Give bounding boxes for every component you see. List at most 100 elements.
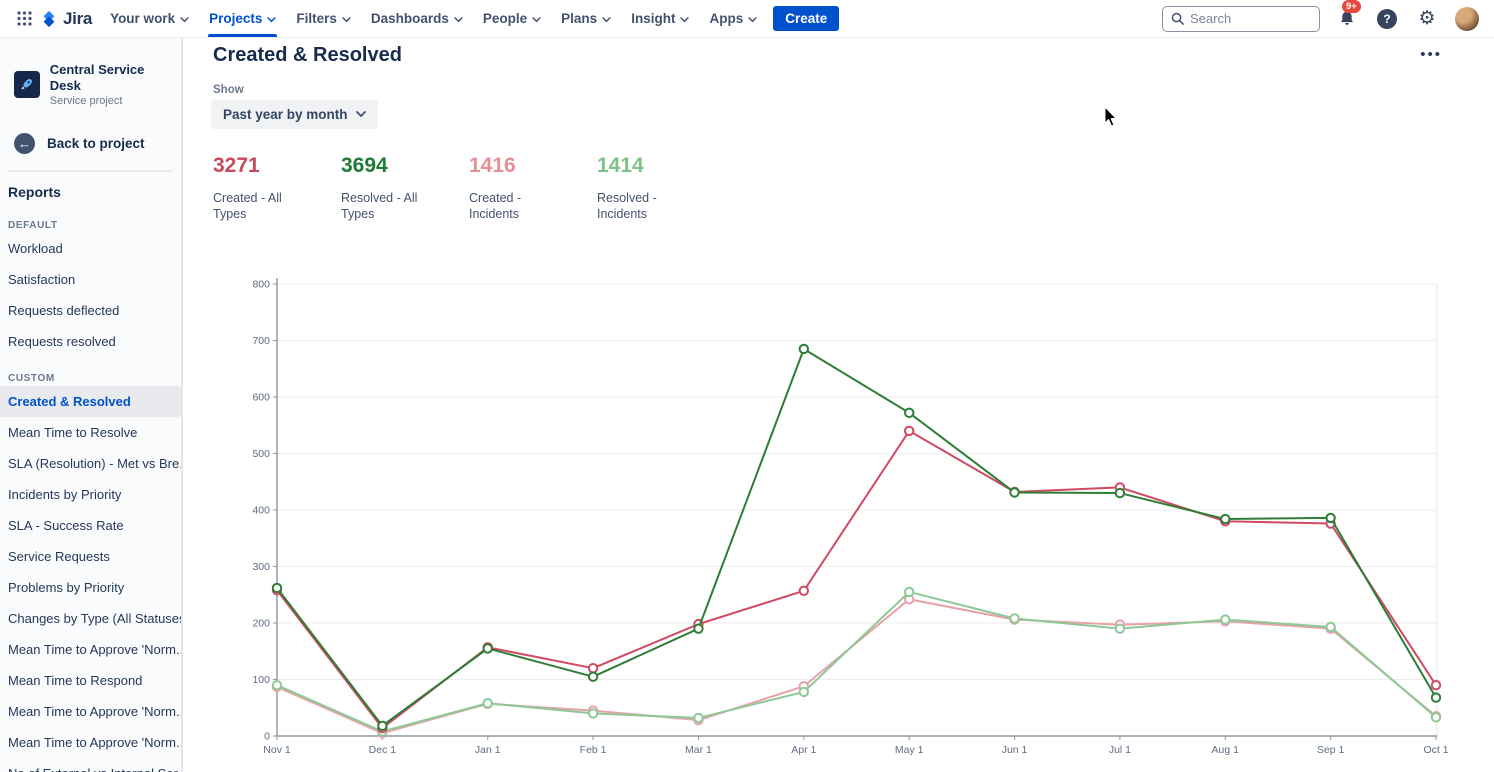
svg-text:Jul 1: Jul 1	[1109, 744, 1131, 756]
settings-button[interactable]: ⚙	[1414, 6, 1440, 32]
svg-text:200: 200	[252, 618, 270, 630]
chevron-down-icon	[342, 17, 351, 23]
data-point	[1116, 489, 1124, 497]
gear-icon: ⚙	[1418, 9, 1435, 28]
report-section-items: Created & ResolvedMean Time to ResolveSL…	[0, 386, 181, 772]
nav-right-group: 9+ ? ⚙	[1162, 6, 1484, 32]
stat-label: Resolved - Incidents	[597, 190, 697, 223]
chevron-down-icon	[180, 17, 189, 23]
nav-item-label: Dashboards	[371, 11, 449, 26]
svg-text:700: 700	[252, 335, 270, 347]
stat-value: 3271	[213, 154, 313, 178]
back-to-project[interactable]: ← Back to project	[14, 133, 173, 154]
data-point	[1010, 488, 1018, 496]
jira-logo-icon	[40, 10, 58, 28]
svg-text:Mar 1: Mar 1	[685, 744, 712, 756]
primary-nav: Your work Projects Filters Dashboards Pe…	[100, 0, 767, 37]
search-box[interactable]	[1162, 6, 1320, 32]
report-section: DEFAULT WorkloadSatisfactionRequests def…	[0, 204, 181, 357]
data-point	[589, 672, 597, 680]
project-avatar	[14, 71, 40, 98]
series-line	[277, 592, 1436, 732]
sidebar-report-item[interactable]: Requests deflected	[0, 295, 181, 326]
help-button[interactable]: ?	[1374, 6, 1400, 32]
notification-badge: 9+	[1342, 0, 1361, 13]
more-options-button[interactable]: •••	[1416, 42, 1446, 67]
sidebar-report-item[interactable]: Workload	[0, 233, 181, 264]
data-point	[1221, 515, 1229, 523]
sidebar-report-item[interactable]: No of External vs Internal Ser...	[0, 758, 181, 772]
sidebar-report-item[interactable]: Mean Time to Approve 'Norm...	[0, 727, 181, 758]
profile-button[interactable]	[1454, 6, 1480, 32]
svg-text:Feb 1: Feb 1	[580, 744, 607, 756]
nav-item[interactable]: Dashboards	[361, 0, 473, 37]
report-section: CUSTOM Created & ResolvedMean Time to Re…	[0, 357, 181, 772]
data-point	[1010, 614, 1018, 622]
data-point	[273, 584, 281, 592]
data-point	[905, 409, 913, 417]
svg-text:Sep 1: Sep 1	[1317, 744, 1345, 756]
period-selector[interactable]: Past year by month	[211, 100, 378, 129]
sidebar-report-item[interactable]: Problems by Priority	[0, 572, 181, 603]
sidebar-report-item[interactable]: Mean Time to Approve 'Norm...	[0, 696, 181, 727]
nav-item[interactable]: Projects	[199, 0, 286, 37]
nav-item-label: Plans	[561, 11, 597, 26]
nav-item[interactable]: Insight	[621, 0, 699, 37]
chevron-down-icon	[748, 17, 757, 23]
sidebar-report-item[interactable]: Satisfaction	[0, 264, 181, 295]
svg-text:Aug 1: Aug 1	[1212, 744, 1240, 756]
stat-value: 1416	[469, 154, 569, 178]
chevron-down-icon	[356, 111, 366, 118]
page-title: Created & Resolved	[213, 44, 402, 67]
data-point	[800, 688, 808, 696]
report-section-title: CUSTOM	[0, 357, 181, 386]
created-resolved-chart: 0100200300400500600700800Nov 1Dec 1Jan 1…	[240, 272, 1460, 768]
sidebar-report-item[interactable]: Changes by Type (All Statuses)	[0, 603, 181, 634]
period-selector-value: Past year by month	[223, 107, 348, 122]
svg-text:600: 600	[252, 392, 270, 404]
notifications-button[interactable]: 9+	[1334, 6, 1360, 32]
nav-item[interactable]: Apps	[699, 0, 767, 37]
sidebar-report-item[interactable]: Created & Resolved	[0, 386, 181, 417]
project-titles: Central Service Desk Service project	[50, 62, 173, 107]
back-to-project-label: Back to project	[47, 136, 145, 151]
data-point	[484, 644, 492, 652]
nav-item-label: Projects	[209, 11, 262, 26]
data-point	[273, 681, 281, 689]
data-point	[378, 722, 386, 730]
sidebar-report-item[interactable]: Mean Time to Approve 'Norm...	[0, 634, 181, 665]
nav-item[interactable]: Filters	[286, 0, 361, 37]
svg-text:500: 500	[252, 448, 270, 460]
data-point	[1432, 713, 1440, 721]
stat-block: 1414 Resolved - Incidents	[597, 154, 697, 223]
project-header[interactable]: Central Service Desk Service project	[0, 62, 181, 107]
nav-item[interactable]: Plans	[551, 0, 621, 37]
chevron-down-icon	[680, 17, 689, 23]
project-name: Central Service Desk	[50, 62, 173, 93]
sidebar-report-item[interactable]: Mean Time to Resolve	[0, 417, 181, 448]
nav-item[interactable]: People	[473, 0, 551, 37]
data-point	[484, 699, 492, 707]
svg-text:Apr 1: Apr 1	[791, 744, 816, 756]
svg-text:400: 400	[252, 505, 270, 517]
report-section-title: DEFAULT	[0, 204, 181, 233]
sidebar-report-item[interactable]: SLA (Resolution) - Met vs Bre...	[0, 448, 181, 479]
sidebar-report-item[interactable]: Service Requests	[0, 541, 181, 572]
create-button[interactable]: Create	[773, 6, 839, 31]
nav-item[interactable]: Your work	[100, 0, 199, 37]
stat-block: 3271 Created - All Types	[213, 154, 313, 223]
jira-logo[interactable]: Jira	[38, 9, 100, 29]
svg-text:Jan 1: Jan 1	[475, 744, 501, 756]
avatar	[1455, 7, 1479, 31]
sidebar-report-item[interactable]: Requests resolved	[0, 326, 181, 357]
sidebar-report-item[interactable]: Incidents by Priority	[0, 479, 181, 510]
search-input[interactable]	[1190, 11, 1300, 26]
sidebar: Central Service Desk Service project ← B…	[0, 38, 183, 772]
data-point	[1432, 681, 1440, 689]
main-content: Created & Resolved ••• Show Past year by…	[183, 38, 1494, 772]
sidebar-report-item[interactable]: SLA - Success Rate	[0, 510, 181, 541]
app-switcher-icon[interactable]	[10, 5, 38, 33]
data-point	[800, 345, 808, 353]
chevron-down-icon	[602, 17, 611, 23]
sidebar-report-item[interactable]: Mean Time to Respond	[0, 665, 181, 696]
